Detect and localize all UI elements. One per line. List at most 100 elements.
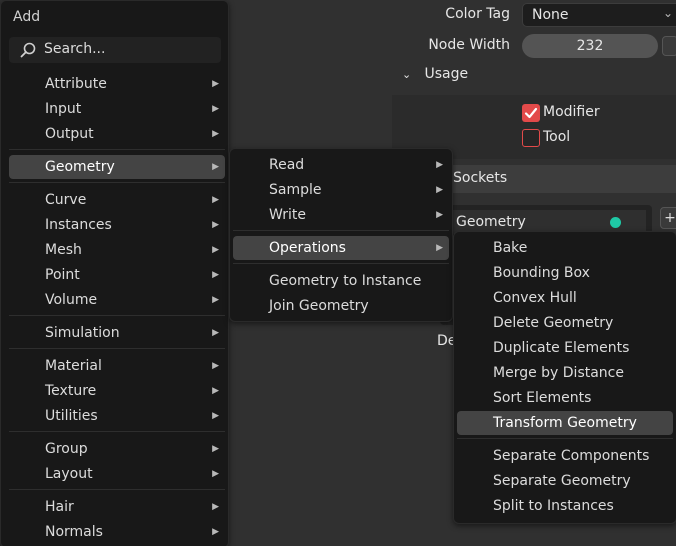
color-tag-label: Color Tag	[445, 6, 510, 22]
socket-name: Geometry	[456, 214, 526, 230]
menu-separator	[9, 182, 225, 183]
menu-item-instances[interactable]: Instances ▶	[9, 213, 225, 237]
menu-item-mesh[interactable]: Mesh ▶	[9, 238, 225, 262]
submenu-arrow-icon: ▶	[212, 220, 219, 230]
menu-item-read[interactable]: Read ▶	[233, 153, 449, 177]
menu-separator	[9, 348, 225, 349]
menu-item-label: Mesh	[45, 242, 82, 258]
submenu-arrow-icon: ▶	[212, 444, 219, 454]
tool-label: Tool	[543, 129, 571, 145]
menu-item-attribute[interactable]: Attribute ▶	[9, 72, 225, 96]
menu-separator	[233, 230, 449, 231]
menu-item-point[interactable]: Point ▶	[9, 263, 225, 287]
menu-item-label: Separate Geometry	[493, 473, 631, 489]
menu-item-utilities[interactable]: Utilities ▶	[9, 404, 225, 428]
menu-item-label: Output	[45, 126, 94, 142]
submenu-arrow-icon: ▶	[212, 104, 219, 114]
menu-item-label: Curve	[45, 192, 87, 208]
menu-search-field[interactable]: Search...	[9, 37, 221, 63]
menu-item-duplicate-elements[interactable]: Duplicate Elements	[457, 336, 673, 360]
menu-item-hair[interactable]: Hair ▶	[9, 495, 225, 519]
menu-item-label: Bounding Box	[493, 265, 590, 281]
socket-color-dot-icon	[610, 217, 621, 228]
menu-item-label: Convex Hull	[493, 290, 577, 306]
menu-item-bounding-box[interactable]: Bounding Box	[457, 261, 673, 285]
submenu-arrow-icon: ▶	[212, 270, 219, 280]
menu-item-label: Operations	[269, 240, 346, 256]
node-width-side-button[interactable]	[662, 36, 676, 56]
menu-item-input[interactable]: Input ▶	[9, 97, 225, 121]
checkmark-icon	[524, 107, 538, 119]
menu-item-output[interactable]: Output ▶	[9, 122, 225, 146]
color-tag-dropdown[interactable]: None ⌄	[522, 3, 676, 27]
menu-item-label: Texture	[45, 383, 97, 399]
menu-item-sample[interactable]: Sample ▶	[233, 178, 449, 202]
menu-item-label: Layout	[45, 466, 93, 482]
menu-item-volume[interactable]: Volume ▶	[9, 288, 225, 312]
menu-item-label: Sort Elements	[493, 390, 592, 406]
menu-item-label: Input	[45, 101, 82, 117]
menu-item-curve[interactable]: Curve ▶	[9, 188, 225, 212]
search-label: Search...	[44, 41, 106, 57]
menu-separator	[457, 438, 673, 439]
menu-item-delete-geometry[interactable]: Delete Geometry	[457, 311, 673, 335]
menu-item-convex-hull[interactable]: Convex Hull	[457, 286, 673, 310]
menu-separator	[9, 489, 225, 490]
add-socket-button[interactable]: +	[660, 207, 676, 229]
geometry-submenu: Read ▶ Sample ▶ Write ▶ Operations ▶ Geo…	[229, 148, 453, 322]
menu-item-label: Simulation	[45, 325, 120, 341]
submenu-arrow-icon: ▶	[212, 129, 219, 139]
submenu-arrow-icon: ▶	[212, 527, 219, 537]
menu-item-layout[interactable]: Layout ▶	[9, 462, 225, 486]
menu-item-write[interactable]: Write ▶	[233, 203, 449, 227]
menu-item-geometry[interactable]: Geometry ▶	[9, 155, 225, 179]
menu-item-split-to-instances[interactable]: Split to Instances	[457, 494, 673, 518]
submenu-arrow-icon: ▶	[212, 79, 219, 89]
add-menu-title: Add	[13, 9, 41, 25]
menu-item-merge-by-distance[interactable]: Merge by Distance	[457, 361, 673, 385]
menu-item-sort-elements[interactable]: Sort Elements	[457, 386, 673, 410]
menu-item-normals[interactable]: Normals ▶	[9, 520, 225, 544]
menu-item-bake[interactable]: Bake	[457, 236, 673, 260]
menu-item-label: Merge by Distance	[493, 365, 624, 381]
submenu-arrow-icon: ▶	[212, 245, 219, 255]
sockets-panel-header[interactable]: o Sockets	[430, 165, 676, 193]
menu-item-material[interactable]: Material ▶	[9, 354, 225, 378]
submenu-arrow-icon: ▶	[212, 469, 219, 479]
menu-separator	[9, 315, 225, 316]
menu-item-separate-geometry[interactable]: Separate Geometry	[457, 469, 673, 493]
color-tag-value: None	[532, 7, 569, 23]
menu-item-label: Split to Instances	[493, 498, 614, 514]
menu-separator	[233, 263, 449, 264]
submenu-arrow-icon: ▶	[436, 210, 443, 220]
menu-item-join-geometry[interactable]: Join Geometry	[233, 294, 449, 318]
menu-item-group[interactable]: Group ▶	[9, 437, 225, 461]
operations-submenu: Bake Bounding Box Convex Hull Delete Geo…	[453, 231, 676, 524]
chevron-down-icon: ⌄	[402, 68, 412, 81]
submenu-arrow-icon: ▶	[212, 411, 219, 421]
chevron-down-icon: ⌄	[662, 6, 673, 20]
menu-item-transform-geometry[interactable]: Transform Geometry	[457, 411, 673, 435]
submenu-arrow-icon: ▶	[436, 160, 443, 170]
menu-item-texture[interactable]: Texture ▶	[9, 379, 225, 403]
node-width-field[interactable]: 232	[522, 34, 658, 58]
menu-item-label: Geometry to Instance	[269, 273, 422, 289]
menu-item-label: Attribute	[45, 76, 107, 92]
modifier-checkbox[interactable]	[522, 104, 540, 122]
submenu-arrow-icon: ▶	[436, 185, 443, 195]
menu-item-operations[interactable]: Operations ▶	[233, 236, 449, 260]
node-width-label: Node Width	[428, 37, 510, 53]
menu-item-label: Group	[45, 441, 88, 457]
menu-item-label: Bake	[493, 240, 528, 256]
menu-item-label: Delete Geometry	[493, 315, 614, 331]
menu-item-separate-components[interactable]: Separate Components	[457, 444, 673, 468]
menu-separator	[9, 431, 225, 432]
usage-panel-header[interactable]: ⌄ Usage	[402, 66, 468, 82]
tool-checkbox[interactable]	[522, 129, 540, 147]
menu-item-label: Normals	[45, 524, 103, 540]
menu-item-label: Transform Geometry	[493, 415, 637, 431]
menu-item-simulation[interactable]: Simulation ▶	[9, 321, 225, 345]
menu-item-label: Geometry	[45, 159, 115, 175]
menu-item-geometry-to-instance[interactable]: Geometry to Instance	[233, 269, 449, 293]
menu-item-label: Instances	[45, 217, 112, 233]
